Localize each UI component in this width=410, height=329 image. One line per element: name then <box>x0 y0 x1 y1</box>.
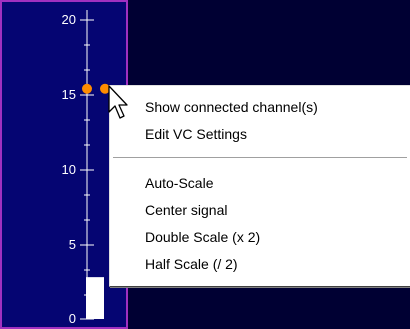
tick-label-20: 20 <box>61 12 76 27</box>
context-menu: Show connected channel(s) Edit VC Settin… <box>109 85 410 287</box>
tick-label-10: 10 <box>61 162 76 177</box>
tick-label-15: 15 <box>61 87 76 102</box>
tick-label-0: 0 <box>68 311 76 326</box>
level-marker[interactable] <box>82 83 92 94</box>
menu-item-auto-scale[interactable]: Auto-Scale <box>145 172 213 194</box>
tick-label-5: 5 <box>68 237 76 252</box>
menu-item-show-connected-channels[interactable]: Show connected channel(s) <box>145 96 318 118</box>
mouse-cursor-icon <box>108 85 128 119</box>
menu-item-edit-vc-settings[interactable]: Edit VC Settings <box>145 123 247 145</box>
level-bar <box>86 277 104 319</box>
menu-item-half-scale[interactable]: Half Scale (/ 2) <box>145 253 238 275</box>
menu-separator <box>113 157 407 159</box>
menu-item-double-scale[interactable]: Double Scale (x 2) <box>145 226 260 248</box>
menu-item-center-signal[interactable]: Center signal <box>145 199 228 221</box>
